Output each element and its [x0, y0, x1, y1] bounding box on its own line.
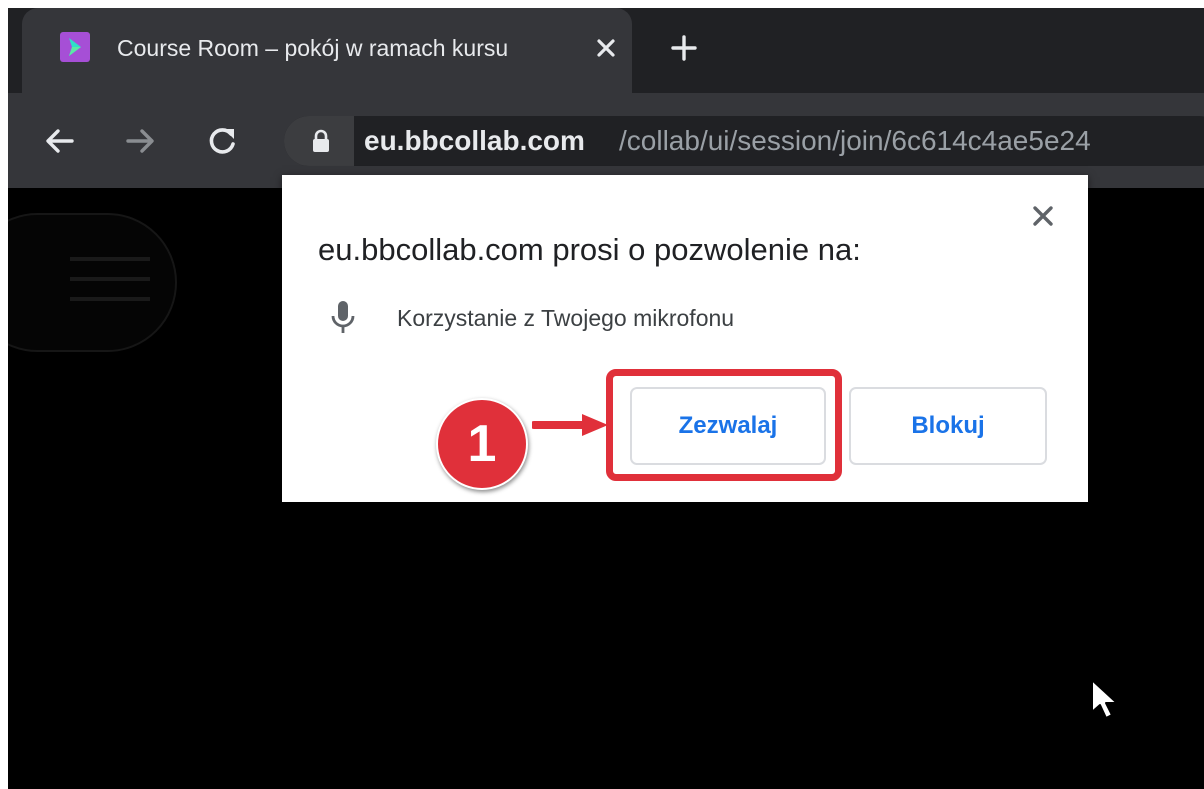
- dialog-title: eu.bbcollab.com prosi o pozwolenie na:: [318, 232, 861, 267]
- browser-window: Course Room – pokój w ramach kursu eu.bb…: [8, 8, 1204, 789]
- back-arrow-icon[interactable]: [42, 123, 78, 159]
- menu-line: [70, 297, 150, 301]
- page-menu-button[interactable]: [8, 213, 177, 352]
- permission-dialog: eu.bbcollab.com prosi o pozwolenie na: K…: [282, 175, 1088, 502]
- step-number-badge: 1: [436, 398, 528, 490]
- reload-icon[interactable]: [204, 123, 240, 159]
- plus-icon[interactable]: [668, 32, 700, 64]
- lock-icon: [313, 129, 329, 152]
- site-info-button[interactable]: [284, 116, 354, 166]
- browser-tab[interactable]: Course Room – pokój w ramach kursu: [22, 8, 632, 93]
- annotation-arrow-icon: [532, 414, 608, 436]
- collaborate-favicon-icon: [60, 32, 90, 62]
- tab-title: Course Room – pokój w ramach kursu: [117, 35, 509, 61]
- close-icon[interactable]: [1026, 199, 1060, 233]
- address-bar[interactable]: eu.bbcollab.com /collab/ui/session/join/…: [284, 116, 1204, 166]
- microphone-icon: [330, 299, 356, 337]
- url-host: eu.bbcollab.com: [364, 125, 585, 156]
- browser-toolbar: eu.bbcollab.com /collab/ui/session/join/…: [8, 93, 1204, 188]
- permission-text: Korzystanie z Twojego mikrofonu: [397, 305, 735, 331]
- forward-arrow-icon[interactable]: [122, 123, 158, 159]
- menu-line: [70, 257, 150, 261]
- menu-line: [70, 277, 150, 281]
- annotation-highlight: [606, 369, 842, 481]
- mouse-cursor-icon: [1091, 679, 1118, 719]
- tab-strip: Course Room – pokój w ramach kursu: [8, 8, 1204, 98]
- tab-close-icon[interactable]: [590, 32, 622, 64]
- url-path: /collab/ui/session/join/6c614c4ae5e24: [619, 125, 1091, 156]
- block-button[interactable]: Blokuj: [849, 387, 1047, 465]
